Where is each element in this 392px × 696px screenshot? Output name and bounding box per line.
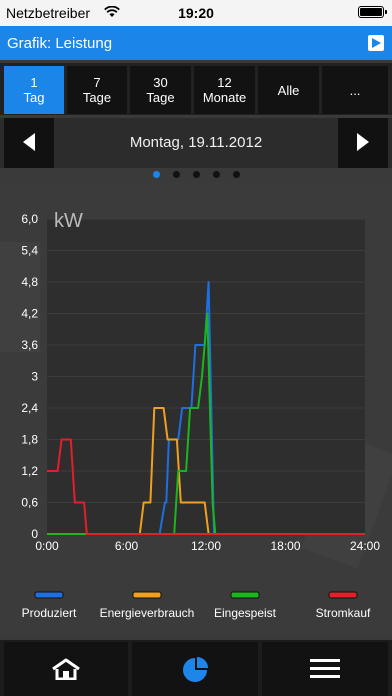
status-time: 19:20: [178, 5, 214, 21]
y-tick-label: 1,8: [21, 433, 38, 447]
x-tick-label: 24:00: [350, 539, 380, 553]
legend-swatch: [328, 591, 358, 599]
tab-30-tage[interactable]: 30 Tage: [130, 66, 191, 114]
title-bar: Grafik: Leistung: [0, 26, 392, 60]
date-navigation: Montag, 19.11.2012: [0, 118, 392, 168]
legend-label: Produziert: [22, 606, 77, 620]
menu-icon: [310, 659, 340, 678]
arrow-right-icon: [357, 133, 369, 151]
tab-label: Alle: [277, 82, 300, 98]
tab-7-tage[interactable]: 7 Tage: [67, 66, 127, 114]
legend-swatch: [132, 591, 162, 599]
tab-label-line1: 7: [93, 75, 101, 90]
bottom-navigation: [0, 640, 392, 696]
tab-label-line2: Monate: [202, 90, 247, 105]
y-tick-label: 3: [31, 370, 38, 384]
y-tick-label: 4,8: [21, 275, 38, 289]
tab-label-line2: Tage: [146, 90, 175, 105]
legend-swatch: [230, 591, 260, 599]
range-tabs: 1 Tag 7 Tage 30 Tage 12 Monate Alle ...: [0, 63, 392, 115]
status-bar: Netzbetreiber 19:20: [0, 0, 392, 26]
home-button[interactable]: [4, 642, 128, 696]
next-day-button[interactable]: [338, 118, 388, 168]
page-dot[interactable]: [173, 171, 180, 178]
play-icon: [372, 38, 381, 48]
legend-label: Eingespeist: [214, 606, 277, 620]
x-tick-label: 12:00: [191, 539, 221, 553]
tab-label: ...: [349, 82, 361, 98]
tab-label-line2: Tage: [82, 90, 112, 105]
tab-label-line2: Tag: [23, 90, 45, 105]
legend-label: Energieverbrauch: [100, 606, 195, 620]
tab-label-line1: 30: [153, 75, 168, 90]
power-chart: kW 6,05,44,84,23,632,41,81,20,60 0:00 6:0…: [0, 210, 392, 620]
play-button[interactable]: [368, 35, 384, 51]
x-tick-label: 6:00: [115, 539, 139, 553]
tab-12-monate[interactable]: 12 Monate: [194, 66, 255, 114]
tab-alle[interactable]: Alle: [258, 66, 319, 114]
chart-button[interactable]: [132, 642, 258, 696]
page-dot[interactable]: [233, 171, 240, 178]
y-tick-label: 0,6: [21, 496, 38, 510]
tab-more[interactable]: ...: [322, 66, 388, 114]
x-tick-label: 0:00: [35, 539, 59, 553]
tab-1-tag[interactable]: 1 Tag: [4, 66, 64, 114]
page-dot[interactable]: [213, 171, 220, 178]
pie-chart-icon: [183, 657, 208, 682]
menu-button[interactable]: [262, 642, 388, 696]
y-tick-label: 2,4: [21, 401, 38, 415]
tab-label-line1: 12: [217, 75, 232, 90]
x-tick-label: 18:00: [270, 539, 300, 553]
page-dot[interactable]: [153, 171, 160, 178]
chart-area: kW 6,0 5,4 4,8 4,2 3,6 3 2,4 1,8 1,2 0,6 0 0:00 6:0…: [0, 182, 392, 636]
y-tick-label: 6,0: [21, 212, 38, 226]
unit-label: kW: [54, 210, 83, 232]
legend-swatch: [34, 591, 64, 599]
y-tick-label: 3,6: [21, 338, 38, 352]
legend-label: Stromkauf: [316, 606, 371, 620]
y-tick-label: 5,4: [21, 244, 38, 258]
current-date: Montag, 19.11.2012: [129, 134, 263, 151]
page-indicator: [0, 169, 392, 181]
home-icon: [52, 658, 80, 680]
battery-icon: [358, 6, 387, 18]
page-title: Grafik: Leistung: [7, 35, 113, 52]
page-dot[interactable]: [193, 171, 200, 178]
legend: Produziert Energieverbrauch Eingespeist Str…: [22, 591, 371, 620]
y-tick-label: 1,2: [21, 464, 38, 478]
y-tick-label: 4,2: [21, 307, 38, 321]
tab-label-line1: 1: [30, 75, 38, 90]
